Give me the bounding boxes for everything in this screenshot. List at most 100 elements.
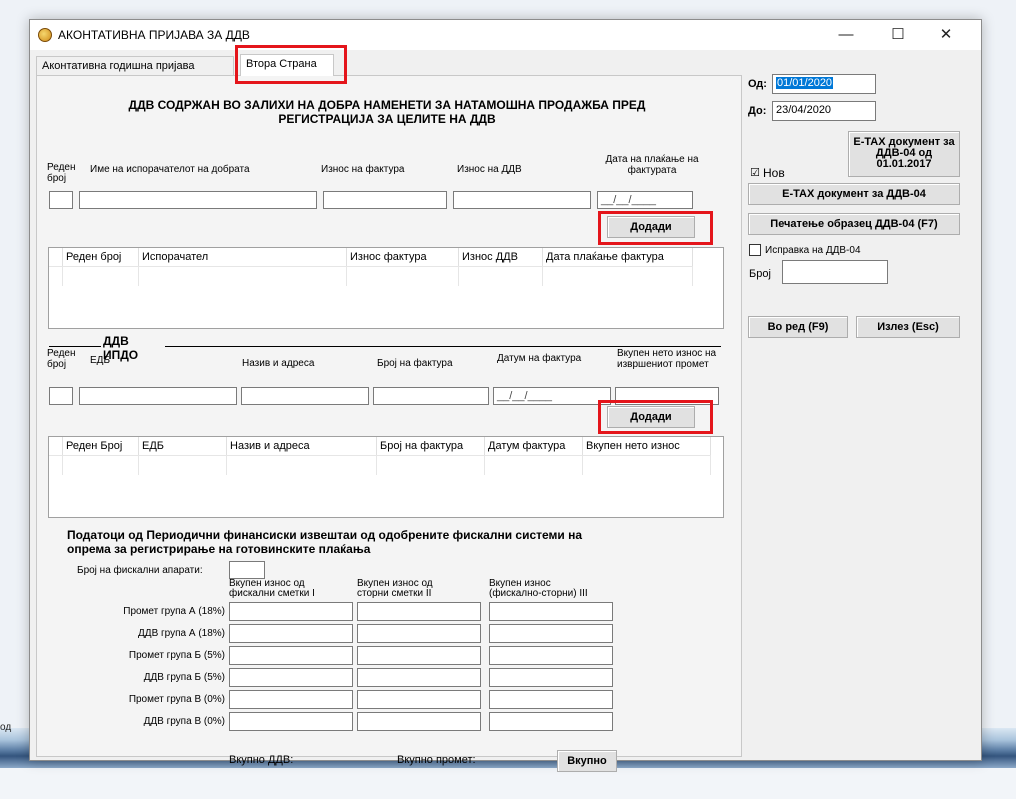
label-vkupno-promet: Вкупно промет: <box>397 754 476 766</box>
label-col3: Вкупен износ (фискално-сторни) III <box>489 578 588 599</box>
grid-section2: Реден Број ЕДБ Назив и адреса Број на фа… <box>48 436 724 518</box>
label-vkupno-ddv: Вкупно ДДВ: <box>229 754 294 766</box>
grid2-col-reden-broj: Реден Број <box>63 437 139 455</box>
label-data-plakjanje: Дата на плаќање на фактурата <box>605 154 699 176</box>
print-button[interactable]: Печатење образец ДДВ-04 (F7) <box>748 213 960 235</box>
section2-title: ДДВ ИПДО <box>103 334 139 362</box>
grid1-col-iznos-faktura: Износ фактура <box>347 248 459 266</box>
grid2-col-datum: Датум фактура <box>485 437 583 455</box>
grid2-row-selector <box>49 437 63 455</box>
reden-broj-input[interactable] <box>49 191 73 209</box>
fiscal-input-col3[interactable] <box>489 624 613 643</box>
minimize-button[interactable]: — <box>823 20 869 50</box>
client-area: Аконтативна годишна пријава Втора Страна… <box>30 45 981 772</box>
label-nov: Нов <box>763 166 785 180</box>
section3-title-line2: опрема за регистрирање на готовинските п… <box>67 542 371 556</box>
fiscal-input-col1[interactable] <box>229 668 353 687</box>
fiscal-input-col3[interactable] <box>489 646 613 665</box>
label-edb: ЕДБ <box>90 355 111 366</box>
ime-isporacatel-input[interactable] <box>79 191 317 209</box>
fiscal-input-col2[interactable] <box>357 646 481 665</box>
edb-input[interactable] <box>79 387 237 405</box>
fiscal-input-col3[interactable] <box>489 668 613 687</box>
fiscal-row-label: ДДВ група А (18%) <box>138 628 225 639</box>
table-row[interactable] <box>49 266 693 286</box>
od-date-input[interactable]: 01/01/2020 <box>772 74 876 94</box>
iznos-faktura-input[interactable] <box>323 191 447 209</box>
label-datum-faktura: Датум на фактура <box>497 353 582 364</box>
broj-aparati-input[interactable] <box>229 561 265 579</box>
datum-faktura-input[interactable]: __/__/____ <box>493 387 611 405</box>
app-logo-icon <box>38 28 52 42</box>
broj-input[interactable] <box>782 260 888 284</box>
grid1-col-reden-broj: Реден број <box>63 248 139 266</box>
label-broj: Број <box>749 268 771 280</box>
fiscal-input-col1[interactable] <box>229 690 353 709</box>
label-reden-broj-2: Реден број <box>47 348 76 370</box>
label-do: До: <box>748 105 767 117</box>
label-reden-broj: Реден број <box>47 162 76 184</box>
data-plakjanje-input[interactable]: __/__/____ <box>597 191 693 209</box>
do-date-input[interactable]: 23/04/2020 <box>772 101 876 121</box>
fiscal-input-col2[interactable] <box>357 668 481 687</box>
label-iznos-ddv: Износ на ДДВ <box>457 164 522 175</box>
label-ispravka: Исправка на ДДВ-04 <box>765 245 861 256</box>
iznos-ddv-input[interactable] <box>453 191 591 209</box>
label-iznos-faktura: Износ на фактура <box>321 164 405 175</box>
section2-line-left <box>49 346 101 347</box>
ok-button[interactable]: Во ред (F9) <box>748 316 848 338</box>
fiscal-input-col2[interactable] <box>357 712 481 731</box>
fiscal-input-col3[interactable] <box>489 602 613 621</box>
add-button-highlight-2 <box>598 400 713 434</box>
fiscal-row-label: Промет група А (18%) <box>123 606 225 617</box>
fiscal-input-col2[interactable] <box>357 602 481 621</box>
table-row[interactable] <box>49 455 711 475</box>
grid2-col-edb: ЕДБ <box>139 437 227 455</box>
title-bar[interactable]: АКОНТАТИВНА ПРИЈАВА ЗА ДДВ — ☐ ✕ <box>30 20 981 50</box>
grid1-header: Реден број Испорачател Износ фактура Изн… <box>49 248 693 266</box>
grid1-row-selector <box>49 248 63 266</box>
fiscal-input-col2[interactable] <box>357 624 481 643</box>
fiscal-input-col1[interactable] <box>229 712 353 731</box>
fiscal-input-col3[interactable] <box>489 690 613 709</box>
tab-vtora-strana[interactable]: Втора Страна <box>240 54 334 76</box>
tab-panel: ДДВ СОДРЖАН ВО ЗАЛИХИ НА ДОБРА НАМЕНЕТИ … <box>36 75 742 772</box>
add-button-highlight-1 <box>598 211 713 245</box>
grid1-col-data: Дата плаќање фактура <box>543 248 693 266</box>
etax-button[interactable]: E-TAX документ за ДДВ-04 <box>748 183 960 205</box>
fiscal-input-col1[interactable] <box>229 624 353 643</box>
reden-broj-input-2[interactable] <box>49 387 73 405</box>
grid2-col-naziv: Назив и адреса <box>227 437 377 455</box>
ispravka-checkbox[interactable] <box>749 244 761 256</box>
grid1-col-iznos-ddv: Износ ДДВ <box>459 248 543 266</box>
nov-checkbox[interactable]: ☑ <box>749 168 761 180</box>
exit-button[interactable]: Излез (Esc) <box>856 316 960 338</box>
label-col1: Вкупен износ од фискални сметки I <box>229 578 315 599</box>
maximize-button[interactable]: ☐ <box>875 20 921 50</box>
fiscal-input-col3[interactable] <box>489 712 613 731</box>
label-naziv-adresa: Назив и адреса <box>242 358 315 369</box>
label-broj-aparati: Број на фискални апарати: <box>77 565 203 576</box>
label-od: Од: <box>748 78 767 90</box>
grid1-col-isporacatel: Испорачател <box>139 248 347 266</box>
tab-godishna-prijava[interactable]: Аконтативна годишна пријава <box>36 56 234 76</box>
label-vkupen-neto: Вкупен нето износ на извршениот промет <box>617 348 717 370</box>
vkupno-button[interactable]: Вкупно <box>557 750 617 772</box>
broj-faktura-input[interactable] <box>373 387 489 405</box>
grid2-col-broj-faktura: Број на фактура <box>377 437 485 455</box>
close-button[interactable]: ✕ <box>923 20 969 50</box>
grid2-col-vkupen: Вкупен нето износ <box>583 437 711 455</box>
window-title: АКОНТАТИВНА ПРИЈАВА ЗА ДДВ <box>58 28 250 42</box>
grid-section1: Реден број Испорачател Износ фактура Изн… <box>48 247 724 329</box>
fiscal-input-col2[interactable] <box>357 690 481 709</box>
app-window: АКОНТАТИВНА ПРИЈАВА ЗА ДДВ — ☐ ✕ Аконтат… <box>29 19 982 772</box>
fiscal-row-label: ДДВ група В (0%) <box>143 716 225 727</box>
section3-title-line1: Податоци од Периодични финансиски извешт… <box>67 528 583 542</box>
naziv-adresa-input[interactable] <box>241 387 369 405</box>
fiscal-input-col1[interactable] <box>229 646 353 665</box>
fiscal-input-col1[interactable] <box>229 602 353 621</box>
grid2-header: Реден Број ЕДБ Назив и адреса Број на фа… <box>49 437 711 455</box>
section1-title-line2: РЕГИСТРАЦИЈА ЗА ЦЕЛИТЕ НА ДДВ <box>278 112 496 126</box>
etax-2017-button[interactable]: E-TAX документ за ДДВ-04 од 01.01.2017 <box>848 131 960 177</box>
label-col2: Вкупен износ од сторни сметки II <box>357 578 433 599</box>
